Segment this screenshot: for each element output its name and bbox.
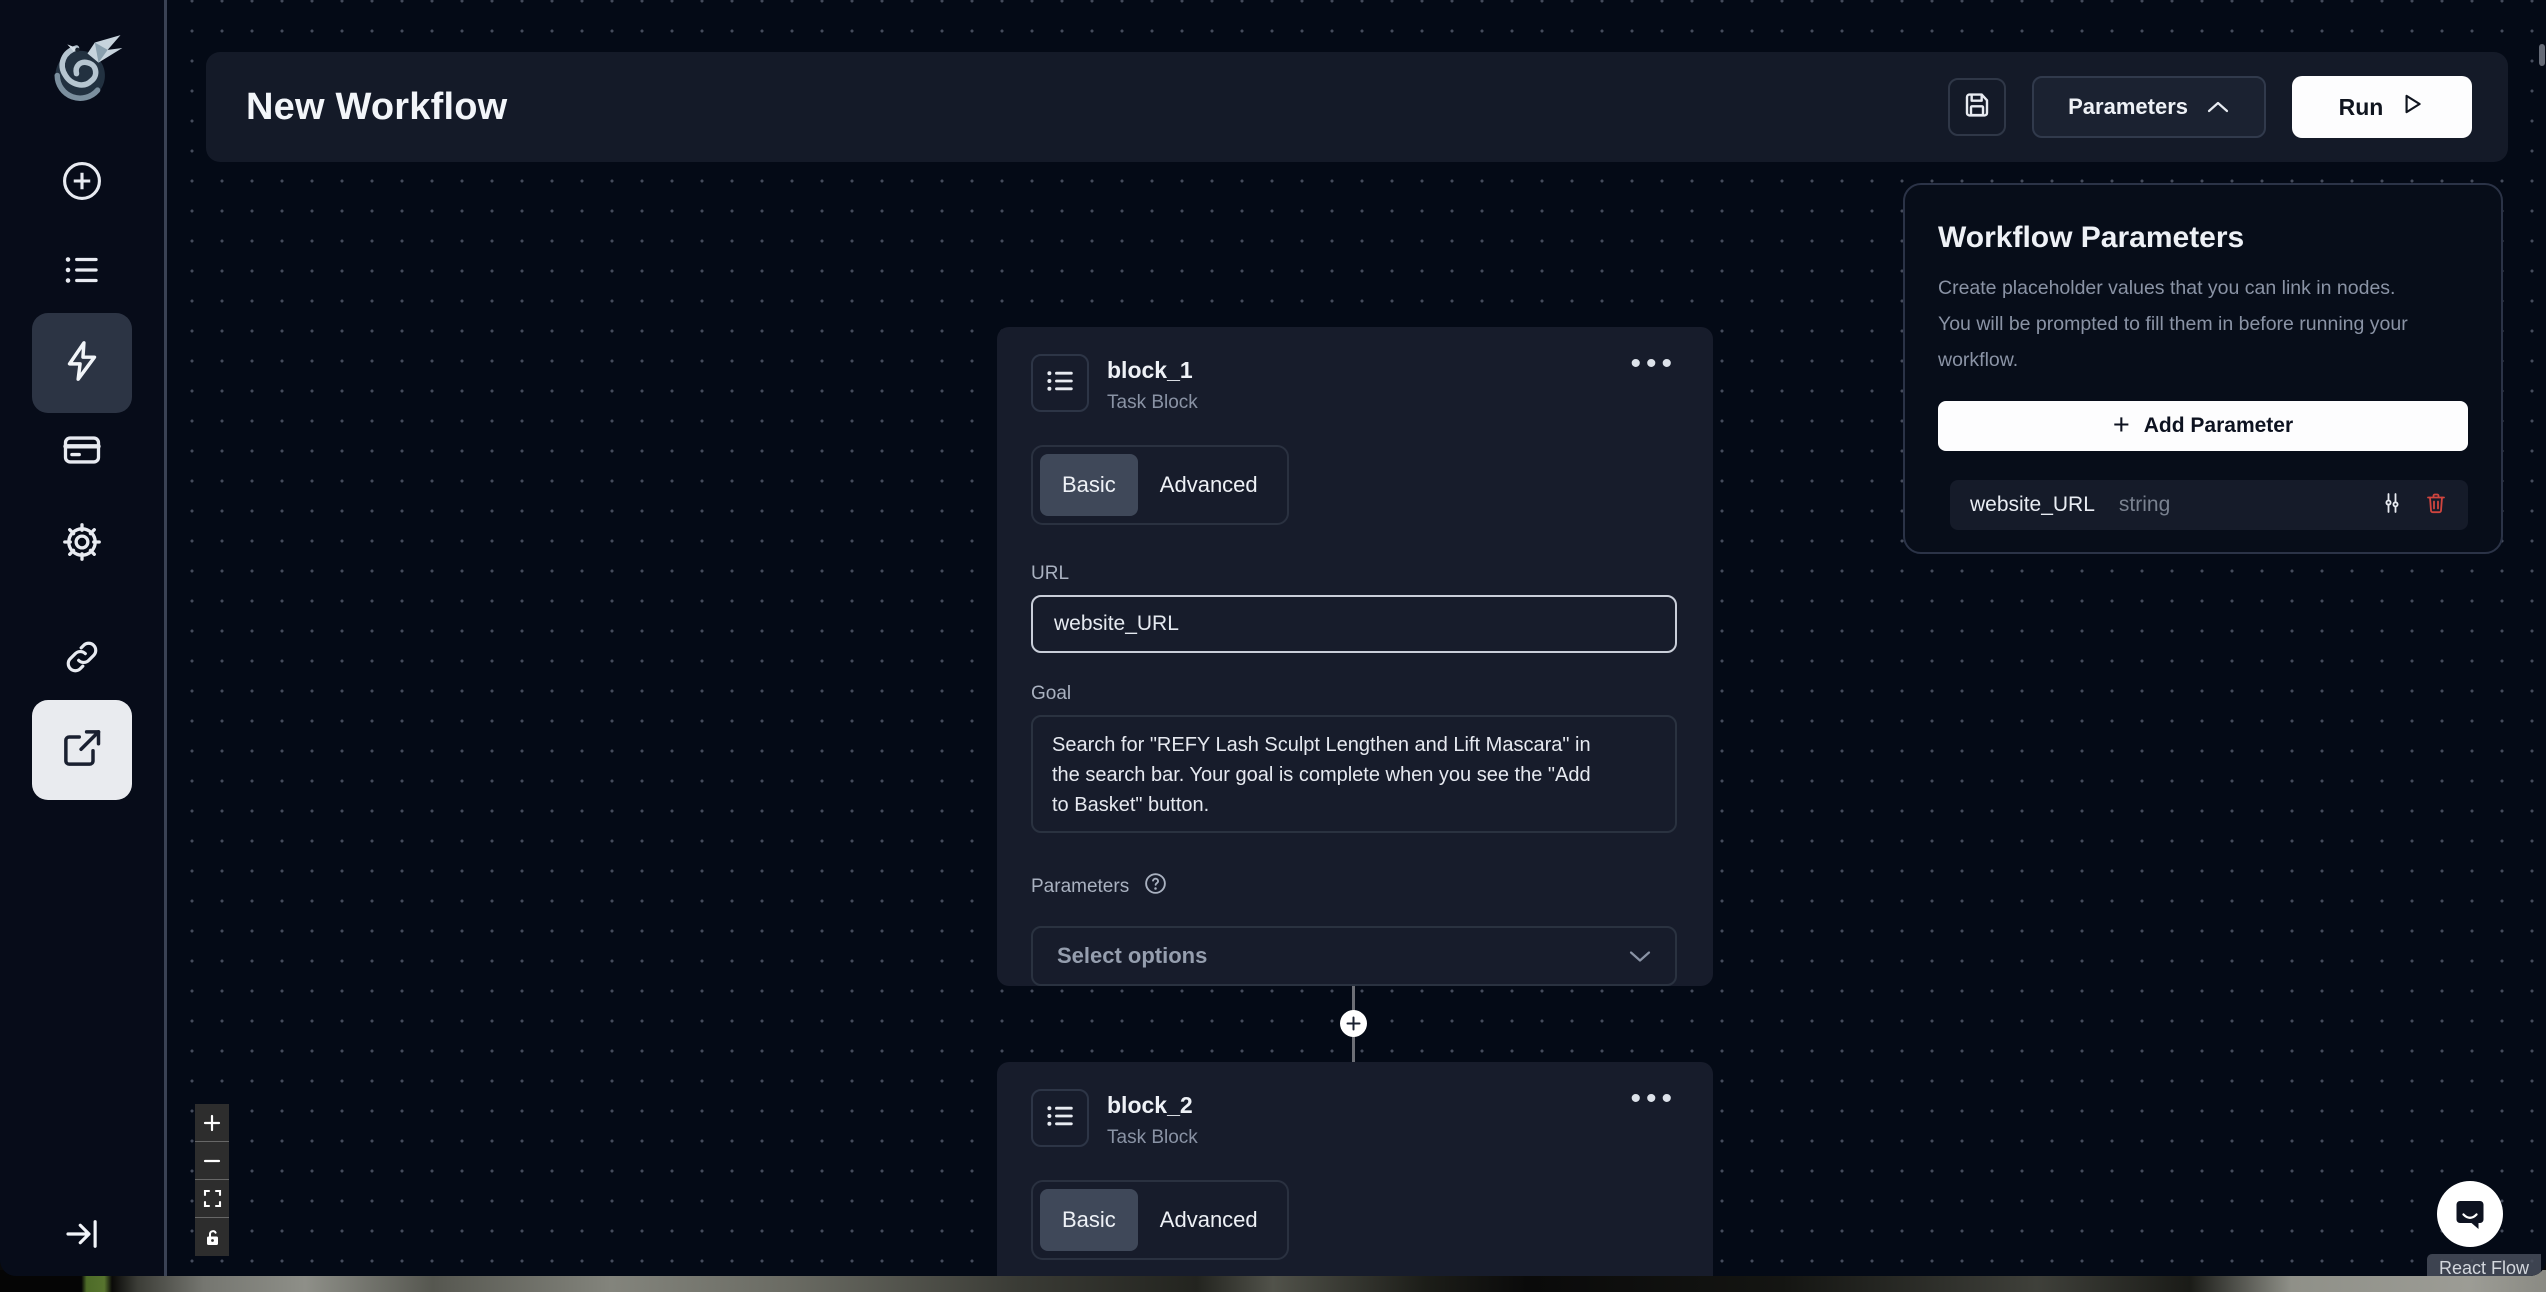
gear-icon <box>60 520 104 569</box>
external-link-icon <box>60 726 104 775</box>
chevron-up-icon <box>2206 94 2230 120</box>
parameters-select[interactable]: Select options <box>1031 926 1677 986</box>
zoom-out-button[interactable] <box>195 1142 229 1180</box>
tab-basic[interactable]: Basic <box>1040 454 1138 516</box>
list-icon <box>1043 1099 1077 1138</box>
minus-icon <box>203 1152 221 1170</box>
lightning-icon <box>59 338 105 389</box>
plus-circle-icon <box>60 159 104 208</box>
save-button[interactable] <box>1948 78 2006 136</box>
sidebar <box>0 0 164 1276</box>
plus-icon <box>203 1114 221 1132</box>
scrollbar-thumb[interactable] <box>2539 44 2545 66</box>
add-parameter-button[interactable]: + Add Parameter <box>1938 401 2468 451</box>
arrow-to-bar-icon <box>61 1213 103 1260</box>
react-flow-attribution[interactable]: React Flow <box>2427 1254 2541 1276</box>
block-titles: block_2 Task Block <box>1107 1089 1198 1149</box>
lock-button[interactable] <box>195 1218 229 1256</box>
parameter-row[interactable]: website_URL string <box>1950 480 2468 530</box>
block-menu-button[interactable]: ••• <box>1630 354 1677 374</box>
run-button-label: Run <box>2339 94 2384 121</box>
parameter-actions <box>2380 491 2448 520</box>
tab-advanced[interactable]: Advanced <box>1138 454 1280 516</box>
skyvern-logo <box>38 26 126 114</box>
plus-icon: + <box>2113 411 2130 440</box>
sidebar-item-workflows[interactable] <box>32 313 132 413</box>
block-menu-button[interactable]: ••• <box>1630 1089 1677 1109</box>
add-block-button[interactable] <box>1340 1010 1367 1037</box>
goal-label: Goal <box>1031 683 1677 705</box>
parameters-toggle-button[interactable]: Parameters <box>2032 76 2266 138</box>
sidebar-collapse-button[interactable] <box>54 1210 110 1262</box>
sidebar-item-integrations[interactable] <box>50 627 114 691</box>
block-type-label: Task Block <box>1107 1127 1198 1149</box>
parameter-name: website_URL <box>1970 493 2095 517</box>
app-window: New Workflow Parameters <box>0 0 2546 1276</box>
workflow-parameters-panel: Workflow Parameters Create placeholder v… <box>1903 183 2503 554</box>
block-title: block_2 <box>1107 1089 1198 1119</box>
credit-card-icon <box>60 428 104 477</box>
block-title: block_1 <box>1107 354 1198 384</box>
parameter-type: string <box>2119 493 2170 517</box>
block-titles: block_1 Task Block <box>1107 354 1198 414</box>
sidebar-item-create[interactable] <box>50 151 114 215</box>
goal-textarea[interactable]: Search for "REFY Lash Sculpt Lengthen an… <box>1031 715 1677 833</box>
tab-advanced[interactable]: Advanced <box>1138 1189 1280 1251</box>
panel-description: Create placeholder values that you can l… <box>1938 270 2468 378</box>
select-placeholder: Select options <box>1057 943 1207 969</box>
list-icon <box>61 249 103 296</box>
page-title: New Workflow <box>246 86 507 129</box>
panel-title: Workflow Parameters <box>1938 221 2468 255</box>
url-label: URL <box>1031 563 1677 585</box>
screenshot-root: New Workflow Parameters <box>0 0 2546 1292</box>
edit-parameter-button[interactable] <box>2380 491 2404 520</box>
plus-icon <box>1346 1016 1361 1031</box>
fit-view-button[interactable] <box>195 1180 229 1218</box>
link-icon <box>62 637 102 682</box>
block-type-label: Task Block <box>1107 392 1198 414</box>
save-icon <box>1961 89 1993 126</box>
help-icon[interactable] <box>1143 871 1168 902</box>
block-parameters-label-text: Parameters <box>1031 876 1129 898</box>
fit-view-icon <box>203 1189 222 1208</box>
chat-launcher-button[interactable] <box>2437 1181 2503 1247</box>
canvas-controls <box>195 1104 229 1256</box>
play-icon <box>2399 91 2425 123</box>
delete-parameter-button[interactable] <box>2424 491 2448 520</box>
chevron-down-icon <box>1629 950 1651 963</box>
sidebar-item-open-external[interactable] <box>32 700 132 800</box>
zoom-in-button[interactable] <box>195 1104 229 1142</box>
sidebar-item-settings[interactable] <box>50 512 114 576</box>
sidebar-item-billing[interactable] <box>50 420 114 484</box>
list-icon <box>1043 364 1077 403</box>
sidebar-item-runs[interactable] <box>50 240 114 304</box>
block-tabs: Basic Advanced <box>1031 1180 1289 1260</box>
tab-basic[interactable]: Basic <box>1040 1189 1138 1251</box>
run-button[interactable]: Run <box>2292 76 2472 138</box>
url-input[interactable] <box>1031 595 1677 653</box>
task-block-icon-box <box>1031 1089 1089 1147</box>
parameters-button-label: Parameters <box>2068 94 2188 120</box>
chat-bubble-icon <box>2451 1195 2489 1233</box>
block-parameters-label: Parameters <box>1031 871 1677 902</box>
block-tabs: Basic Advanced <box>1031 445 1289 525</box>
add-parameter-label: Add Parameter <box>2144 414 2293 438</box>
block-header: block_1 Task Block ••• <box>1031 354 1677 414</box>
block-header: block_2 Task Block ••• <box>1031 1089 1677 1149</box>
task-block-icon-box <box>1031 354 1089 412</box>
task-block-card-1[interactable]: block_1 Task Block ••• Basic Advanced UR… <box>997 327 1713 986</box>
header-actions: Parameters Run <box>1948 76 2472 138</box>
task-block-card-2[interactable]: block_2 Task Block ••• Basic Advanced <box>997 1062 1713 1276</box>
unlock-icon <box>203 1228 222 1247</box>
workflow-header: New Workflow Parameters <box>206 52 2508 162</box>
